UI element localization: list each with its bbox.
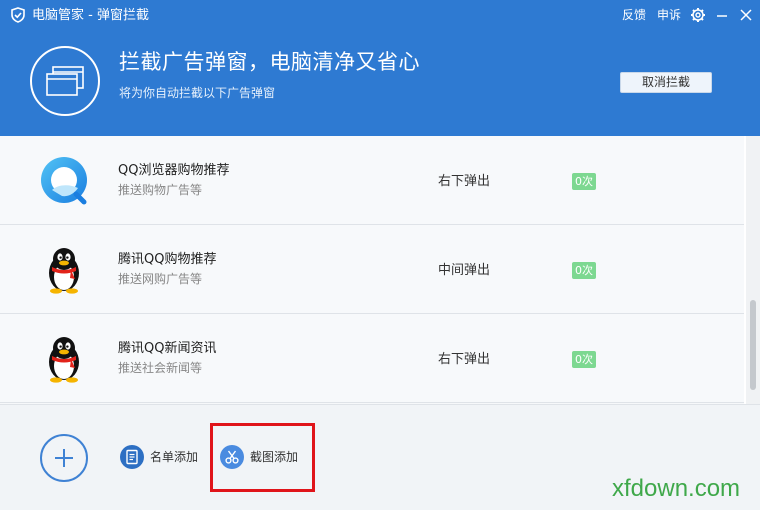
item-popup-position: 中间弹出 [438,263,491,278]
list-scrollbar[interactable] [746,136,760,404]
item-title: 腾讯QQ购物推荐 [118,252,217,267]
plus-icon [55,449,73,467]
scissors-icon [220,445,244,469]
item-description: 推送社会新闻等 [118,361,203,375]
close-icon[interactable] [738,7,754,23]
hero-title: 拦截广告弹窗，电脑清净又省心 [119,50,420,74]
appeal-link[interactable]: 申诉 [657,7,681,24]
window-title: 电脑管家 - 弹窗拦截 [32,8,149,23]
hero-subtitle: 将为你自动拦截以下广告弹窗 [119,86,276,100]
item-description: 推送网购广告等 [118,272,203,286]
item-block-count: 0次 [572,173,596,190]
screenshot-add-label: 截图添加 [250,450,299,464]
item-description: 推送购物广告等 [118,183,203,197]
list-add-label: 名单添加 [150,450,199,464]
list-add-button[interactable]: 名单添加 [120,443,210,469]
gear-icon[interactable] [690,7,706,23]
shield-icon [11,7,25,23]
screenshot-add-button[interactable]: 截图添加 [220,443,310,469]
item-popup-position: 右下弹出 [438,174,491,189]
title-bar: 电脑管家 - 弹窗拦截 反馈 申诉 [0,0,760,30]
item-title: 腾讯QQ新闻资讯 [118,341,217,356]
add-button[interactable] [40,434,88,482]
list-item[interactable]: QQ浏览器购物推荐 推送购物广告等 右下弹出 0次 [0,136,744,225]
qq-penguin-icon [49,337,79,383]
qq-penguin-icon [49,248,79,294]
minimize-icon[interactable] [714,7,730,23]
qq-browser-icon [41,157,87,205]
watermark: xfdown.com [612,475,741,502]
list-item[interactable]: 腾讯QQ购物推荐 推送网购广告等 中间弹出 0次 [0,225,744,314]
cancel-block-button[interactable]: 取消拦截 [620,72,712,93]
hero-illustration [30,46,100,116]
document-icon [120,445,144,469]
footer-toolbar: 名单添加 截图添加 xfdown.com [0,404,760,510]
item-popup-position: 右下弹出 [438,352,491,367]
list-item[interactable]: 腾讯QQ新闻资讯 推送社会新闻等 右下弹出 0次 [0,314,744,403]
header: 电脑管家 - 弹窗拦截 反馈 申诉 拦截广告弹窗，电脑清净又省心 将为你自动拦截… [0,0,760,136]
scrollbar-thumb[interactable] [750,300,756,390]
item-block-count: 0次 [572,351,596,368]
item-title: QQ浏览器购物推荐 [118,163,230,178]
item-block-count: 0次 [572,262,596,279]
feedback-link[interactable]: 反馈 [622,7,646,24]
popup-window-icon [46,66,84,96]
blocked-popup-list: QQ浏览器购物推荐 推送购物广告等 右下弹出 0次 腾讯QQ购物推荐 推送网购广… [0,136,744,404]
